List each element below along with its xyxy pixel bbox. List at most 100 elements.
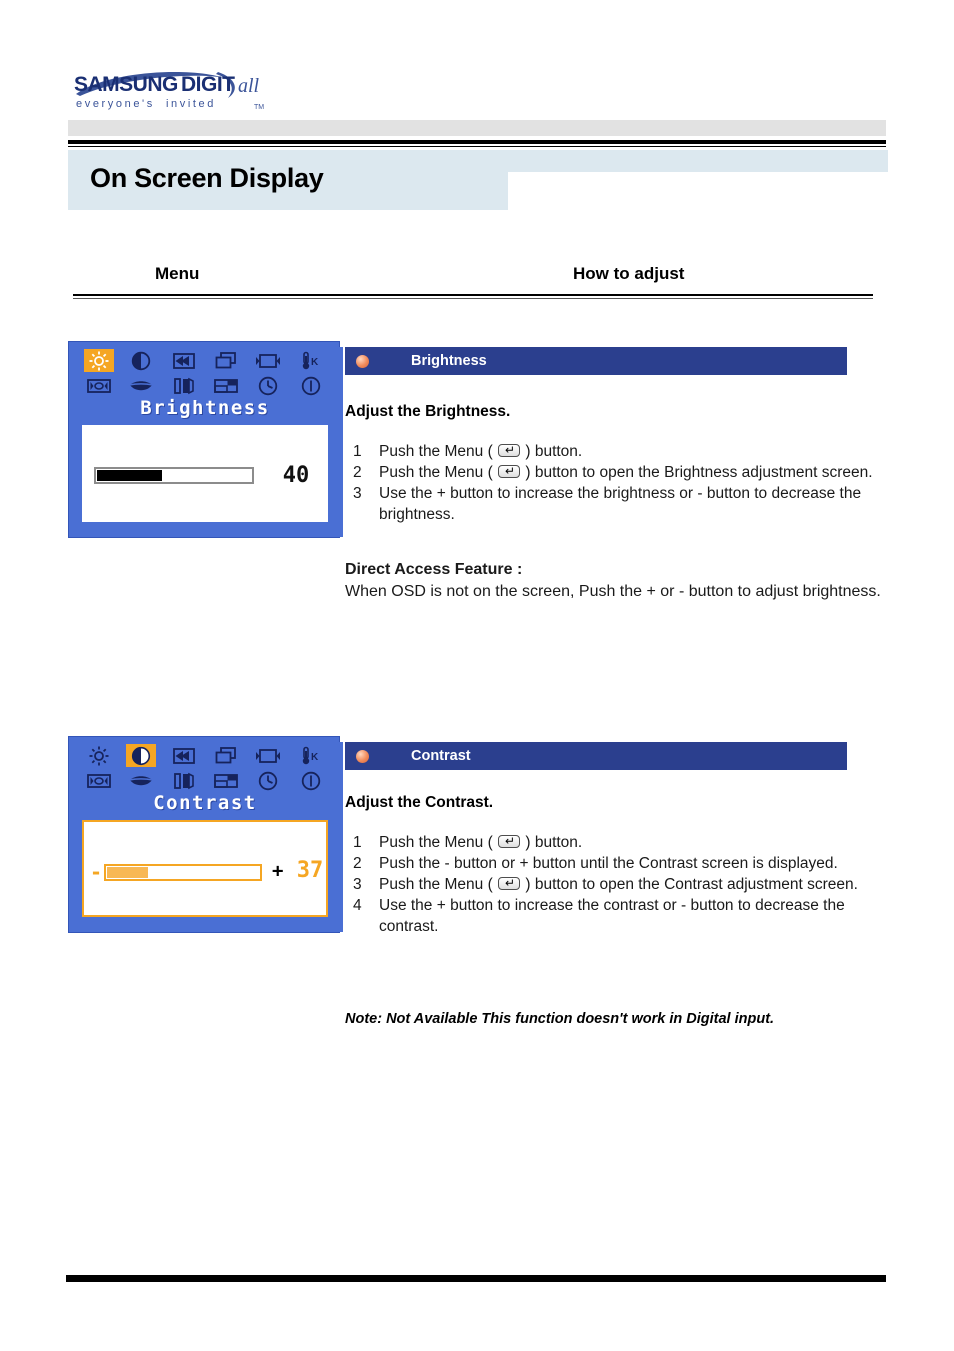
step-text-before: Push the Menu ( bbox=[379, 876, 493, 893]
direct-access-heading: Direct Access Feature : bbox=[345, 561, 523, 578]
contrast-subheading: Adjust the Contrast. bbox=[345, 794, 494, 811]
osd-value-box-brightness: 40 bbox=[82, 425, 328, 522]
osd-icon-grid-brightness: K bbox=[78, 348, 332, 398]
osd-timer-clock-icon[interactable] bbox=[253, 769, 283, 792]
menu-enter-button-icon[interactable] bbox=[498, 832, 521, 850]
v-position-icon[interactable] bbox=[253, 349, 283, 372]
step-number: 1 bbox=[353, 834, 362, 851]
contrast-steps-list: 1 Push the Menu ( ) button. 2 Push the -… bbox=[345, 832, 905, 937]
osd-title-contrast: Contrast bbox=[153, 792, 257, 814]
list-item: 3 Push the Menu ( ) button to open the C… bbox=[345, 874, 905, 895]
color-temperature-k-icon[interactable]: K bbox=[296, 744, 326, 767]
step-number: 4 bbox=[353, 897, 362, 914]
direct-access-feature-block: Direct Access Feature : When OSD is not … bbox=[345, 559, 905, 603]
step-text-before: Push the Menu ( bbox=[379, 443, 493, 460]
direct-access-body: When OSD is not on the screen, Push the … bbox=[345, 583, 881, 600]
bullet-icon bbox=[356, 749, 369, 763]
contrast-minus-label: - bbox=[90, 860, 103, 884]
section-header-label: Contrast bbox=[411, 748, 471, 764]
step-text-after: ) button. bbox=[525, 834, 583, 851]
contrast-slider-fill bbox=[107, 867, 149, 878]
h-position-arrows-icon[interactable] bbox=[169, 349, 199, 372]
step-number: 3 bbox=[353, 485, 362, 502]
step-text-before: Push the - button or + button until the … bbox=[379, 855, 838, 872]
header-rule-thick bbox=[68, 140, 886, 144]
contrast-value: 37 bbox=[296, 858, 324, 883]
svg-text:everyone's: everyone's bbox=[76, 98, 155, 110]
brightness-sun-icon[interactable] bbox=[84, 744, 114, 767]
information-icon[interactable] bbox=[296, 769, 326, 792]
contrast-halfcircle-icon[interactable] bbox=[126, 744, 157, 767]
column-header-rule-top bbox=[73, 294, 873, 296]
sharpness-bars-icon[interactable] bbox=[169, 374, 199, 397]
brightness-slider[interactable] bbox=[94, 467, 254, 484]
osd-value-box-contrast: - + 37 bbox=[82, 820, 328, 917]
list-item: 2 Push the - button or + button until th… bbox=[345, 853, 905, 874]
color-temperature-k-icon[interactable]: K bbox=[296, 349, 326, 372]
step-text-after: ) button to open the Brightness adjustme… bbox=[525, 464, 873, 481]
document-page: SAMSUNG DIGIT all everyone's invited TM … bbox=[0, 0, 954, 1351]
list-item: 1 Push the Menu ( ) button. bbox=[345, 441, 905, 462]
color-control-lips-icon[interactable] bbox=[126, 374, 156, 397]
color-control-lips-icon[interactable] bbox=[126, 769, 156, 792]
header-rule-thin bbox=[68, 146, 886, 147]
osd-position-icon[interactable] bbox=[211, 769, 241, 792]
brightness-value: 40 bbox=[282, 463, 310, 488]
osd-panel-contrast: K Contrast - + 37 bbox=[68, 736, 340, 933]
samsung-logo-svg: SAMSUNG DIGIT all everyone's invited TM bbox=[74, 71, 264, 111]
brightness-subheading: Adjust the Brightness. bbox=[345, 403, 511, 420]
step-text-before: Use the + button to increase the brightn… bbox=[379, 485, 862, 523]
step-text-after: ) button. bbox=[525, 443, 583, 460]
section-header-brightness: Brightness bbox=[345, 347, 847, 375]
section-header-contrast: Contrast bbox=[345, 742, 847, 770]
section-header-label: Brightness bbox=[411, 353, 487, 369]
image-lock-icon[interactable] bbox=[84, 374, 114, 397]
information-icon[interactable] bbox=[296, 374, 326, 397]
contrast-slider[interactable] bbox=[104, 864, 262, 881]
column-header-menu: Menu bbox=[155, 264, 200, 283]
step-text-before: Use the + button to increase the contras… bbox=[379, 897, 845, 935]
step-number: 2 bbox=[353, 855, 362, 872]
list-item: 1 Push the Menu ( ) button. bbox=[345, 832, 905, 853]
sharpness-bars-icon[interactable] bbox=[169, 769, 199, 792]
svg-text:invited: invited bbox=[166, 98, 216, 110]
step-text-after: ) button to open the Contrast adjustment… bbox=[525, 876, 858, 893]
page-title-block: On Screen Display bbox=[68, 150, 508, 210]
header-gray-band bbox=[68, 120, 886, 136]
osd-timer-clock-icon[interactable] bbox=[253, 374, 283, 397]
column-header-how-to-adjust: How to adjust bbox=[573, 264, 685, 283]
menu-enter-button-icon[interactable] bbox=[498, 874, 521, 892]
menu-enter-button-icon[interactable] bbox=[498, 441, 521, 459]
bullet-icon bbox=[356, 354, 369, 368]
column-accent-bar bbox=[338, 347, 343, 537]
h-position-arrows-icon[interactable] bbox=[169, 744, 199, 767]
step-text-before: Push the Menu ( bbox=[379, 834, 493, 851]
page-title: On Screen Display bbox=[90, 163, 324, 193]
contrast-note: Note: Not Available This function doesn'… bbox=[345, 1011, 775, 1027]
image-size-layers-icon[interactable] bbox=[211, 744, 241, 767]
v-position-icon[interactable] bbox=[253, 744, 283, 767]
step-number: 1 bbox=[353, 443, 362, 460]
svg-text:all: all bbox=[238, 75, 260, 97]
contrast-plus-label: + bbox=[272, 860, 284, 882]
osd-panel-brightness: K Brightness 40 bbox=[68, 341, 340, 538]
list-item: 2 Push the Menu ( ) button to open the B… bbox=[345, 462, 905, 483]
footer-rule bbox=[66, 1275, 886, 1282]
osd-position-icon[interactable] bbox=[211, 374, 241, 397]
image-lock-icon[interactable] bbox=[84, 769, 114, 792]
list-item: 4 Use the + button to increase the contr… bbox=[345, 895, 905, 937]
svg-text:K: K bbox=[311, 357, 319, 368]
contrast-halfcircle-icon[interactable] bbox=[126, 349, 156, 372]
svg-text:DIGIT: DIGIT bbox=[181, 73, 235, 96]
samsung-logo: SAMSUNG DIGIT all everyone's invited TM bbox=[68, 64, 328, 116]
column-accent-bar bbox=[338, 742, 343, 932]
brightness-steps-list: 1 Push the Menu ( ) button. 2 Push the M… bbox=[345, 441, 905, 525]
step-number: 2 bbox=[353, 464, 362, 481]
menu-enter-button-icon[interactable] bbox=[498, 462, 521, 480]
brightness-slider-fill bbox=[97, 470, 162, 481]
svg-text:K: K bbox=[311, 752, 319, 763]
svg-text:SAMSUNG: SAMSUNG bbox=[74, 73, 178, 96]
image-size-layers-icon[interactable] bbox=[211, 349, 241, 372]
column-header-rule-bottom bbox=[73, 298, 873, 299]
brightness-sun-icon[interactable] bbox=[84, 349, 115, 372]
